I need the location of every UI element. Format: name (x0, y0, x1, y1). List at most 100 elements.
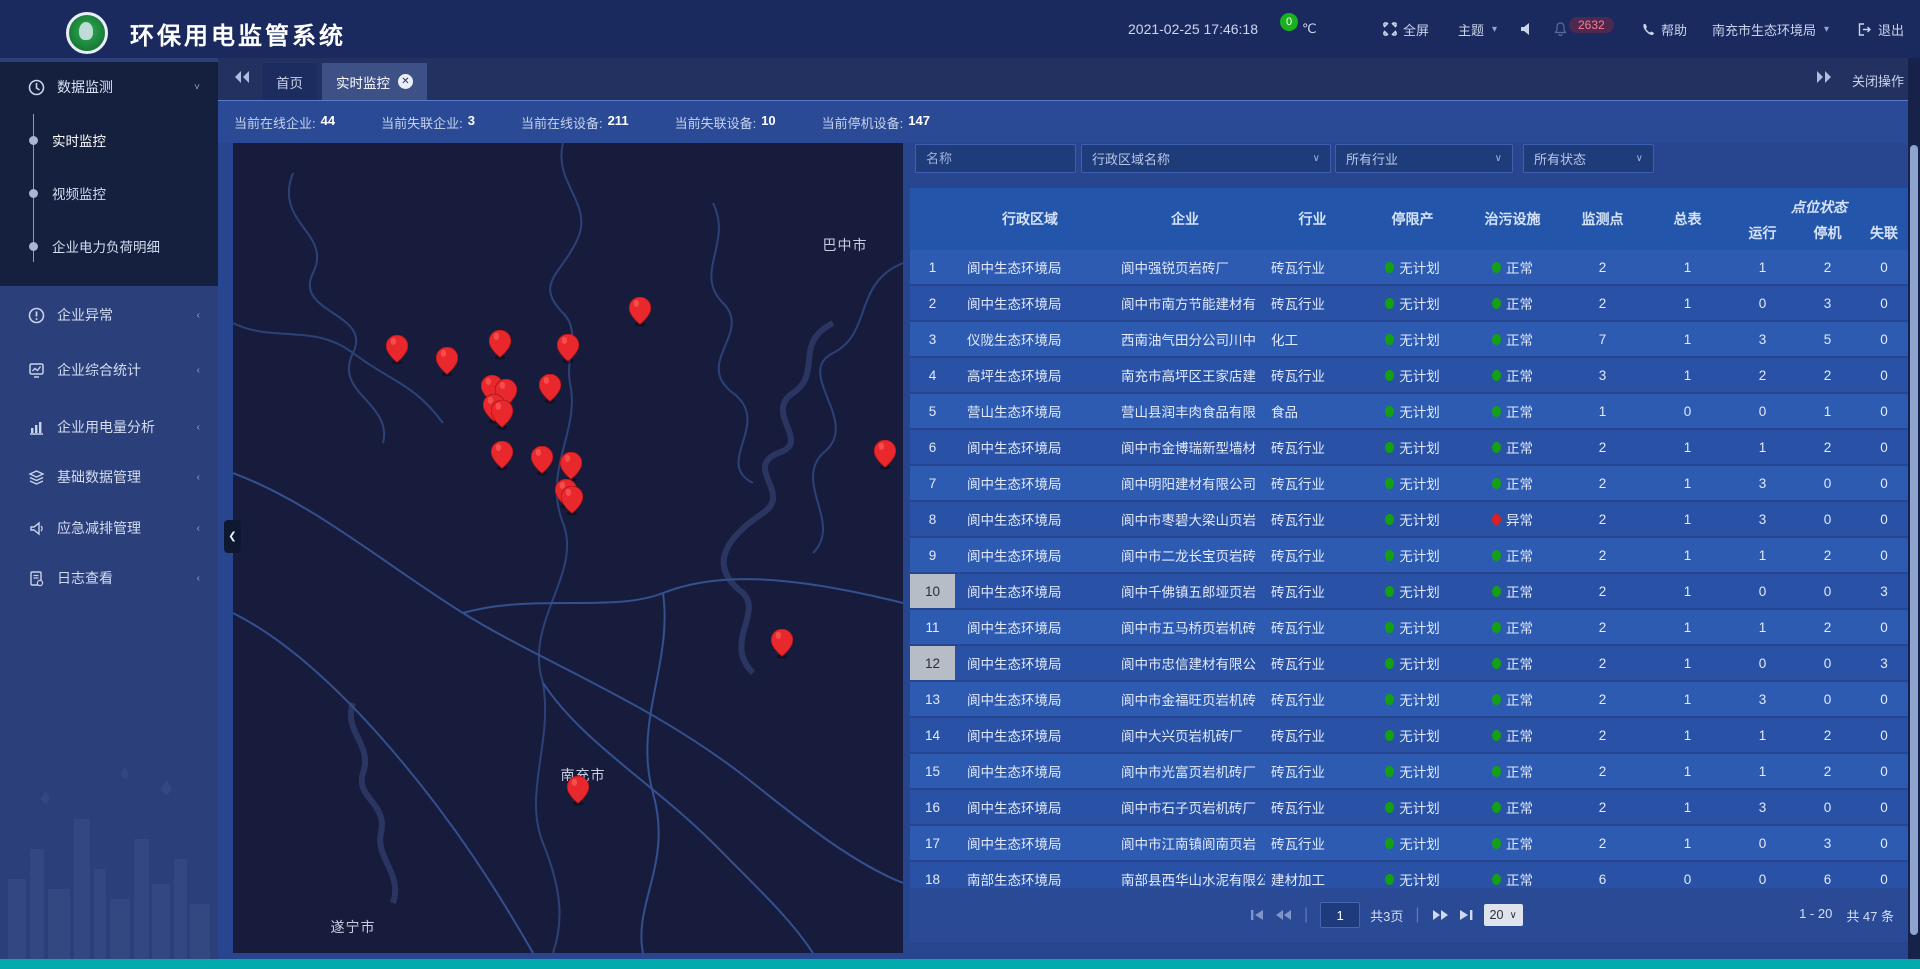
help-button[interactable]: 帮助 (1642, 0, 1687, 58)
sidebar-item-4[interactable]: 应急减排管理‹ (0, 508, 218, 548)
cell-total-meters: 1 (1645, 754, 1730, 788)
map-marker-pin[interactable] (539, 374, 561, 404)
sidebar-item-5[interactable]: 日志查看‹ (0, 558, 218, 598)
table-row[interactable]: 17阆中生态环境局阆中市江南镇阆南页岩砖瓦行业无计划正常21030 (910, 826, 1908, 860)
last-page-icon[interactable] (1459, 909, 1474, 921)
map-marker-pin[interactable] (874, 440, 896, 470)
mute-button[interactable] (1520, 0, 1534, 58)
table-row[interactable]: 13阆中生态环境局阆中市金福旺页岩机砖砖瓦行业无计划正常21300 (910, 682, 1908, 716)
table-row[interactable]: 18南部生态环境局南部县西华山水泥有限公建材加工无计划正常60060 (910, 862, 1908, 888)
fullscreen-button[interactable]: 全屏 (1383, 0, 1429, 58)
map-marker-pin[interactable] (491, 441, 513, 471)
map-marker-pin[interactable] (489, 330, 511, 360)
user-menu[interactable]: 南充市生态环境局 ▾ (1712, 0, 1829, 58)
page-number-input[interactable] (1320, 902, 1360, 928)
map-marker-pin[interactable] (557, 334, 579, 364)
sidebar-subitem-0[interactable]: 实时监控 (0, 120, 218, 160)
table-row[interactable]: 10阆中生态环境局阆中千佛镇五郎垭页岩砖瓦行业无计划正常21003 (910, 574, 1908, 608)
cell-running: 3 (1730, 790, 1795, 824)
region-filter-value: 行政区域名称 (1092, 149, 1170, 168)
cell-limit-production-label: 无计划 (1399, 437, 1440, 457)
table-row[interactable]: 2阆中生态环境局阆中市南方节能建材有砖瓦行业无计划正常21030 (910, 286, 1908, 320)
table-row[interactable]: 11阆中生态环境局阆中市五马桥页岩机砖砖瓦行业无计划正常21120 (910, 610, 1908, 644)
table-row[interactable]: 16阆中生态环境局阆中市石子页岩机砖厂砖瓦行业无计划正常21300 (910, 790, 1908, 824)
chart-icon (28, 419, 45, 436)
table-row[interactable]: 3仪陇生态环境局西南油气田分公司川中化工无计划正常71350 (910, 322, 1908, 356)
stat-label: 当前停机设备: (822, 113, 904, 132)
nav-group-data-monitor: 数据监测˅ 实时监控视频监控企业电力负荷明细 (0, 62, 218, 286)
table-row[interactable]: 8阆中生态环境局阆中市枣碧大梁山页岩砖瓦行业无计划异常21300 (910, 502, 1908, 536)
tabs-scroll-right-icon[interactable] (1816, 70, 1832, 84)
cell-region: 阆中生态环境局 (955, 646, 1105, 680)
map-marker-pin[interactable] (491, 400, 513, 430)
table-row[interactable]: 4高坪生态环境局南充市高坪区王家店建砖瓦行业无计划正常31220 (910, 358, 1908, 392)
map-marker-pin[interactable] (560, 452, 582, 482)
sidebar-subitem-1[interactable]: 视频监控 (0, 173, 218, 213)
logout-button[interactable]: 退出 (1858, 0, 1904, 58)
table-row[interactable]: 15阆中生态环境局阆中市光富页岩机砖厂砖瓦行业无计划正常21120 (910, 754, 1908, 788)
cell-row-number: 13 (910, 682, 955, 716)
region-filter-select[interactable]: 行政区域名称 ∨ (1081, 144, 1331, 173)
prev-page-icon[interactable] (1275, 909, 1292, 921)
map-marker-pin[interactable] (386, 335, 408, 365)
pager-divider: | (1304, 906, 1308, 924)
tab-realtime-monitor[interactable]: 实时监控 ✕ (322, 63, 427, 100)
industry-filter-select[interactable]: 所有行业 ∨ (1335, 144, 1513, 173)
map-marker-pin[interactable] (567, 776, 589, 806)
cell-limit-production-label: 无计划 (1399, 761, 1440, 781)
status-filter-select[interactable]: 所有状态 ∨ (1523, 144, 1654, 173)
map-marker-pin[interactable] (436, 347, 458, 377)
table-row[interactable]: 7阆中生态环境局阆中明阳建材有限公司砖瓦行业无计划正常21300 (910, 466, 1908, 500)
sidebar-subitem-2[interactable]: 企业电力负荷明细 (0, 226, 218, 266)
table-row[interactable]: 1阆中生态环境局阆中强锐页岩砖厂砖瓦行业无计划正常21120 (910, 250, 1908, 284)
map-panel[interactable]: 巴中市南充市遂宁市 (233, 143, 903, 953)
table-row[interactable]: 14阆中生态环境局阆中大兴页岩机砖厂砖瓦行业无计划正常21120 (910, 718, 1908, 752)
sidebar-subitem-label: 视频监控 (52, 183, 106, 203)
stat-item-1: 当前失联企业:3 (381, 113, 475, 132)
table-row[interactable]: 6阆中生态环境局阆中市金博瑞新型墙材砖瓦行业无计划正常21120 (910, 430, 1908, 464)
table-row[interactable]: 12阆中生态环境局阆中市忠信建材有限公砖瓦行业无计划正常21003 (910, 646, 1908, 680)
tabs-scroll-left-icon[interactable] (234, 70, 250, 84)
name-filter-input[interactable] (915, 144, 1076, 173)
close-operations-button[interactable]: 关闭操作 (1852, 71, 1904, 90)
cell-limit-production-label: 无计划 (1399, 473, 1440, 493)
status-dot-green (1492, 730, 1501, 741)
cell-limit-production-label: 无计划 (1399, 869, 1440, 888)
stats-icon (28, 362, 45, 379)
first-page-icon[interactable] (1250, 909, 1265, 921)
sidebar-item-3[interactable]: 基础数据管理‹ (0, 457, 218, 497)
map-marker-pin[interactable] (531, 446, 553, 476)
sidebar-item-2[interactable]: 企业用电量分析‹ (0, 407, 218, 447)
sidebar-item-1[interactable]: 企业综合统计‹ (0, 350, 218, 390)
cell-running: 3 (1730, 466, 1795, 500)
cell-company: 阆中市江南镇阆南页岩 (1105, 826, 1265, 860)
map-marker-pin[interactable] (629, 297, 651, 327)
status-dot-green (1492, 622, 1501, 633)
sidebar-item-data-monitor[interactable]: 数据监测˅ (0, 62, 218, 112)
chevron-down-icon: ∨ (1636, 153, 1643, 164)
log-icon (28, 570, 45, 587)
cell-stopped: 0 (1795, 790, 1860, 824)
cell-running: 1 (1730, 538, 1795, 572)
next-page-icon[interactable] (1432, 909, 1449, 921)
notifications-button[interactable]: 2632 (1554, 0, 1614, 58)
cell-region: 阆中生态环境局 (955, 286, 1105, 320)
page-size-select[interactable]: 20 ∨ (1484, 904, 1523, 926)
page-scrollbar-thumb[interactable] (1910, 145, 1918, 935)
tab-close-icon[interactable]: ✕ (398, 74, 413, 89)
total-pages-label: 共3页 (1370, 906, 1403, 925)
cell-pollution-facility-label: 正常 (1506, 581, 1533, 601)
table-row[interactable]: 9阆中生态环境局阆中市二龙长宝页岩砖砖瓦行业无计划正常21120 (910, 538, 1908, 572)
map-marker-pin[interactable] (771, 629, 793, 659)
sidebar-item-0[interactable]: 企业异常‹ (0, 295, 218, 335)
cell-limit-production: 无计划 (1360, 394, 1465, 428)
tab-home[interactable]: 首页 (262, 63, 317, 100)
sidebar-collapse-button[interactable]: ❮ (224, 520, 241, 553)
cell-monitor-points: 2 (1560, 538, 1645, 572)
table-row[interactable]: 5营山生态环境局营山县润丰肉食品有限食品无计划正常10010 (910, 394, 1908, 428)
status-dot-green (1492, 298, 1501, 309)
theme-button[interactable]: 主题 ▾ (1458, 0, 1497, 58)
industry-filter-value: 所有行业 (1346, 149, 1398, 168)
map-marker-pin[interactable] (561, 486, 583, 516)
cell-stopped: 2 (1795, 358, 1860, 392)
